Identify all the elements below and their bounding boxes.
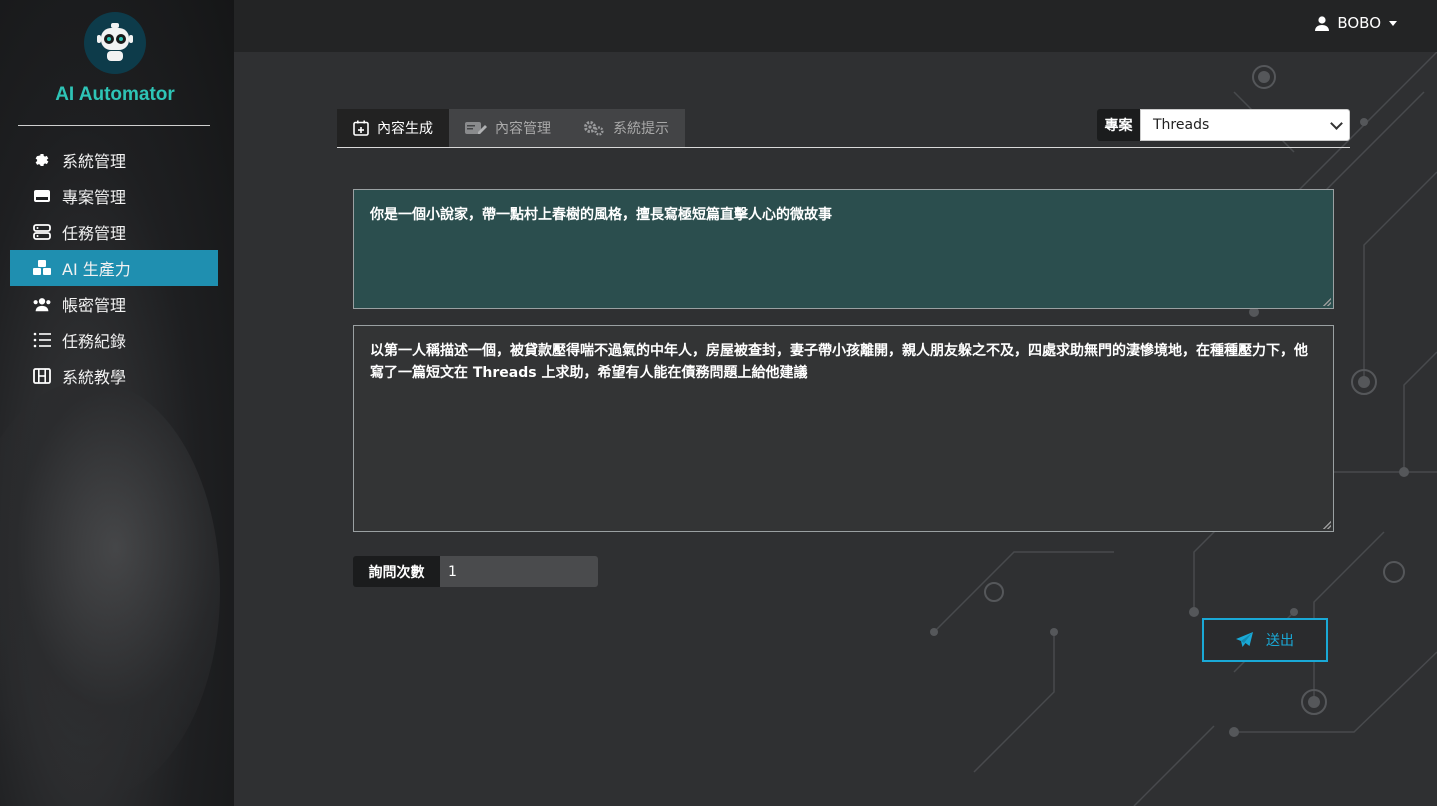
gear-icon — [32, 150, 52, 170]
project-select-group: 專案 Threads — [1097, 109, 1350, 141]
sidebar-item-account-management[interactable]: 帳密管理 — [10, 286, 218, 322]
user-icon — [1315, 15, 1330, 31]
sidebar-item-ai-productivity[interactable]: AI 生產力 — [10, 250, 218, 286]
ask-count-label: 詢問次數 — [353, 556, 440, 587]
divider — [18, 125, 210, 126]
sidebar-item-label: 帳密管理 — [62, 296, 127, 315]
cogs-icon — [583, 120, 605, 136]
brand-name: AI Automator — [55, 84, 175, 105]
system-prompt-textarea[interactable]: 你是一個小說家，帶一點村上春樹的風格，擅長寫極短篇直擊人心的微故事 — [353, 189, 1334, 309]
tab-divider — [337, 147, 1350, 148]
logo[interactable]: AI Automator — [0, 12, 230, 106]
sidebar-nav: 系統管理 專案管理 任務管理 AI 生產力 帳密管理 任務紀錄 系統教學 — [10, 142, 218, 394]
list-icon — [32, 330, 52, 350]
topbar: BOBO — [234, 0, 1437, 52]
submit-button[interactable]: 送出 — [1202, 618, 1328, 662]
robot-background-art — [0, 380, 220, 800]
ask-count-input[interactable]: 1 — [440, 556, 598, 587]
tab-content-generation[interactable]: 內容生成 — [337, 109, 449, 147]
drive-icon — [32, 186, 52, 206]
sidebar-item-label: AI 生產力 — [62, 260, 131, 279]
film-icon — [32, 366, 52, 386]
chevron-down-icon — [1389, 20, 1397, 26]
robot-logo-icon — [84, 12, 146, 74]
resize-handle-icon[interactable] — [1323, 521, 1331, 529]
project-select[interactable]: Threads — [1140, 109, 1350, 141]
tab-system-prompt[interactable]: 系統提示 — [567, 109, 685, 147]
edit-icon — [465, 121, 487, 135]
calendar-plus-icon — [353, 120, 369, 136]
sidebar-item-tutorial[interactable]: 系統教學 — [10, 358, 218, 394]
sidebar-item-system-management[interactable]: 系統管理 — [10, 142, 218, 178]
users-icon — [32, 294, 52, 314]
submit-label: 送出 — [1266, 633, 1294, 649]
user-name: BOBO — [1337, 14, 1381, 32]
tab-label: 內容生成 — [377, 121, 433, 137]
content-tabs: 內容生成 內容管理 系統提示 — [337, 109, 685, 147]
sidebar-item-label: 專案管理 — [62, 188, 127, 207]
sidebar-item-task-log[interactable]: 任務紀錄 — [10, 322, 218, 358]
sidebar-item-label: 系統管理 — [62, 152, 127, 171]
user-prompt-text: 以第一人稱描述一個，被貸款壓得喘不過氣的中年人，房屋被查封，妻子帶小孩離開，親人… — [370, 343, 1308, 381]
tab-label: 系統提示 — [613, 121, 669, 137]
sidebar-item-label: 任務管理 — [62, 224, 127, 243]
chevron-down-icon — [1330, 116, 1343, 130]
project-label: 專案 — [1097, 109, 1140, 141]
user-prompt-textarea[interactable]: 以第一人稱描述一個，被貸款壓得喘不過氣的中年人，房屋被查封，妻子帶小孩離開，親人… — [353, 325, 1334, 532]
sidebar-item-label: 系統教學 — [62, 368, 127, 387]
paper-plane-icon — [1236, 632, 1254, 648]
sidebar-item-project-management[interactable]: 專案管理 — [10, 178, 218, 214]
user-menu[interactable]: BOBO — [1315, 14, 1397, 32]
ask-count-group: 詢問次數 1 — [353, 556, 598, 587]
system-prompt-text: 你是一個小說家，帶一點村上春樹的風格，擅長寫極短篇直擊人心的微故事 — [370, 207, 832, 223]
cubes-icon — [32, 258, 52, 278]
resize-handle-icon[interactable] — [1323, 298, 1331, 306]
tab-label: 內容管理 — [495, 121, 551, 137]
project-selected-value: Threads — [1153, 117, 1210, 133]
tab-content-management[interactable]: 內容管理 — [449, 109, 567, 147]
sidebar-item-label: 任務紀錄 — [62, 332, 127, 351]
server-icon — [32, 222, 52, 242]
sidebar-item-task-management[interactable]: 任務管理 — [10, 214, 218, 250]
sidebar: AI Automator 系統管理 專案管理 任務管理 AI 生產力 帳密管理 … — [0, 0, 234, 806]
